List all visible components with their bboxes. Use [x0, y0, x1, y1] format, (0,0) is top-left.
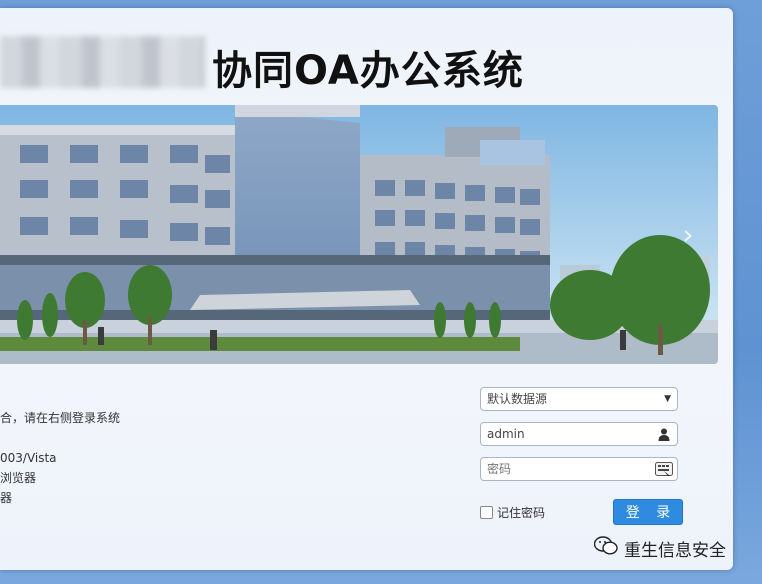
remember-password[interactable]: 记住密码 [480, 504, 545, 521]
building-illustration [0, 105, 718, 364]
user-icon [655, 425, 673, 443]
login-button[interactable]: 登 录 [613, 499, 683, 525]
password-field[interactable] [480, 457, 678, 481]
watermark: 重生信息安全 [593, 536, 726, 561]
chevron-right-icon[interactable]: › [676, 220, 700, 250]
login-panel: 协同OA办公系统 › 合，请在右侧登录系统 003/Vista 浏览器 器 默认… [0, 8, 733, 570]
wechat-icon [593, 536, 618, 561]
username-input[interactable] [487, 427, 647, 441]
keyboard-icon[interactable] [655, 460, 673, 478]
blurred-organization-name [0, 36, 205, 88]
banner-image [0, 105, 718, 364]
page-title: 协同OA办公系统 [212, 48, 524, 94]
remember-password-label: 记住密码 [497, 506, 546, 520]
datasource-selected-value: 默认数据源 [487, 392, 548, 406]
notice-line [0, 428, 120, 448]
datasource-select[interactable]: 默认数据源 ▼ [480, 387, 678, 411]
notice-line: 003/Vista [0, 451, 57, 465]
remember-password-checkbox[interactable] [480, 506, 493, 519]
watermark-text: 重生信息安全 [624, 541, 726, 561]
username-field[interactable] [480, 422, 678, 446]
notice-text: 合，请在右侧登录系统 003/Vista 浏览器 器 [0, 408, 120, 508]
notice-line: 器 [0, 491, 13, 505]
notice-line: 浏览器 [0, 471, 37, 485]
notice-line: 合，请在右侧登录系统 [0, 411, 121, 425]
caret-down-icon: ▼ [664, 394, 671, 404]
password-input[interactable] [487, 462, 647, 476]
